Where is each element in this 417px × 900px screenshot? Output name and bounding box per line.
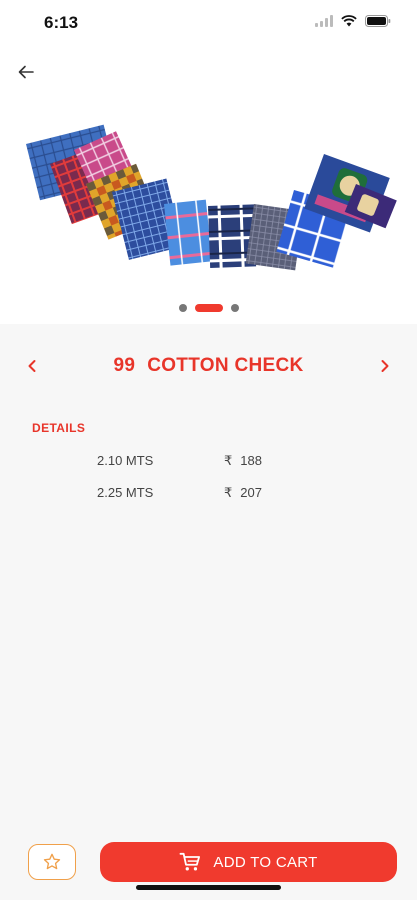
favorite-button[interactable] <box>28 844 76 880</box>
product-gallery[interactable] <box>0 46 417 324</box>
star-icon <box>43 853 61 870</box>
gallery-pagination <box>0 304 417 312</box>
product-code: 99 <box>113 355 136 376</box>
signal-icon <box>315 15 333 27</box>
detail-price: ₹188 <box>224 453 262 469</box>
price-value: 188 <box>240 453 262 468</box>
add-to-cart-button[interactable]: ADD TO CART <box>100 842 397 882</box>
chevron-right-icon <box>381 360 389 372</box>
details-heading: DETAILS <box>32 421 86 435</box>
product-title-row: 99 COTTON CHECK <box>0 348 417 384</box>
wifi-icon <box>341 15 357 27</box>
status-time: 6:13 <box>44 13 79 32</box>
detail-price: ₹207 <box>224 485 262 501</box>
home-indicator <box>136 885 281 890</box>
next-product-button[interactable] <box>373 354 397 378</box>
pagination-dot[interactable] <box>230 304 239 312</box>
pagination-dot[interactable] <box>178 304 187 312</box>
product-name: COTTON CHECK <box>147 355 304 376</box>
pagination-dot-active[interactable] <box>194 304 223 312</box>
battery-icon <box>365 15 391 27</box>
product-image <box>26 124 397 271</box>
back-button[interactable] <box>12 60 40 84</box>
detail-row: 2.25 MTS ₹207 <box>0 485 417 505</box>
detail-length: 2.25 MTS <box>97 485 154 500</box>
product-title: 99 COTTON CHECK <box>0 355 417 377</box>
detail-row: 2.10 MTS ₹188 <box>0 453 417 473</box>
status-icons <box>315 15 391 27</box>
back-arrow-icon <box>18 65 34 79</box>
cart-icon <box>179 852 201 871</box>
currency-symbol: ₹ <box>224 485 233 500</box>
status-bar: 6:13 <box>0 0 417 46</box>
price-value: 207 <box>240 485 262 500</box>
detail-length: 2.10 MTS <box>97 453 154 468</box>
add-to-cart-label: ADD TO CART <box>213 853 318 871</box>
currency-symbol: ₹ <box>224 453 233 468</box>
